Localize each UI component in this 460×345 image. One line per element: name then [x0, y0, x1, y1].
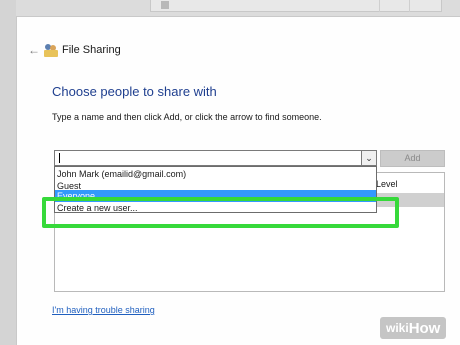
name-combo-input[interactable]: [54, 150, 377, 166]
background-window-edge: [0, 0, 16, 345]
background-window: [150, 0, 442, 12]
file-sharing-dialog: ← File Sharing Choose people to share wi…: [16, 16, 460, 345]
background-window-icon: [161, 1, 169, 9]
file-sharing-icon: [44, 43, 58, 57]
wikihow-watermark: wiki How: [380, 317, 447, 339]
dropdown-arrow-button[interactable]: ⌄: [361, 150, 377, 166]
dropdown-item-create-new-user[interactable]: Create a new user...: [55, 202, 376, 214]
background-maximize-button: [409, 0, 423, 12]
dropdown-item-everyone[interactable]: Everyone: [55, 190, 376, 202]
add-button[interactable]: Add: [380, 150, 445, 167]
instruction-text: Type a name and then click Add, or click…: [52, 112, 322, 122]
permissions-selected-row[interactable]: [377, 193, 444, 207]
page-heading: Choose people to share with: [52, 84, 217, 99]
dropdown-item-john-mark[interactable]: John Mark (emailid@gmail.com): [55, 168, 376, 180]
trouble-sharing-link[interactable]: I'm having trouble sharing: [52, 305, 155, 315]
watermark-wiki-text: wiki: [386, 321, 409, 335]
people-dropdown-list: John Mark (emailid@gmail.com) Guest Ever…: [54, 166, 377, 213]
watermark-how-text: How: [408, 319, 441, 337]
permission-level-header: Level: [376, 179, 398, 189]
dialog-title: File Sharing: [62, 44, 121, 56]
back-arrow-icon[interactable]: ←: [28, 44, 40, 56]
background-minimize-button: [379, 0, 393, 12]
text-caret: [59, 153, 60, 163]
